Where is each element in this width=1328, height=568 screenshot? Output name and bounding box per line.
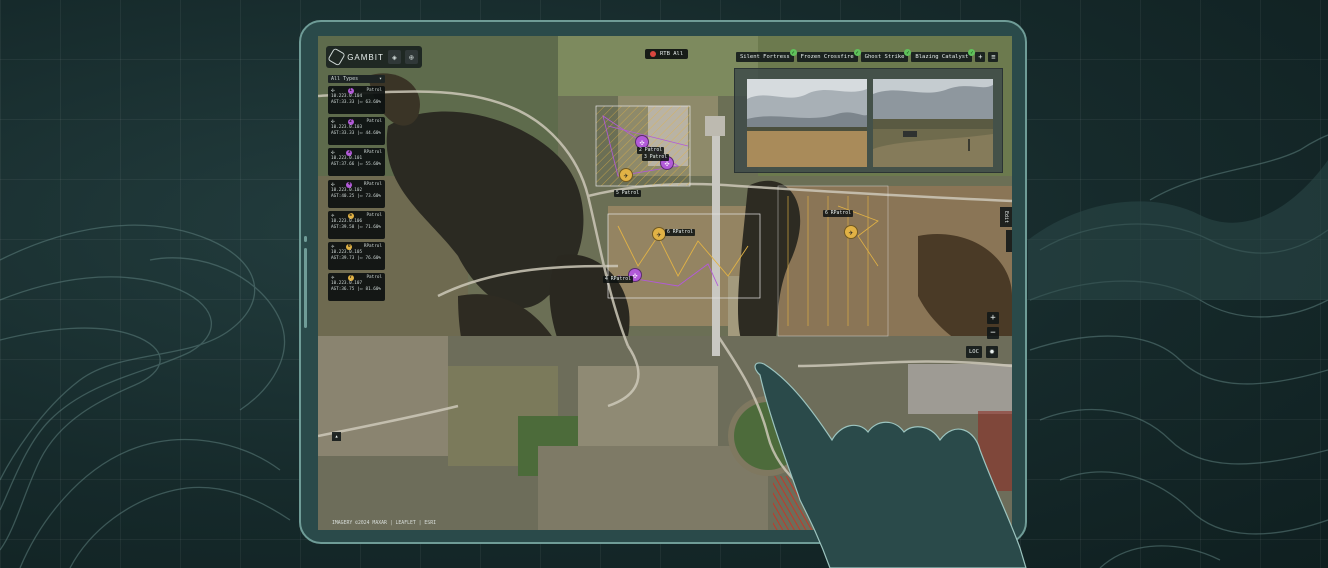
asset-list: ✣ 1 Patrol 10.223.0.104 AGT:33.33 |▭ 63.60% ✣ 2 P…: [328, 86, 385, 302]
map-label: 3 Patrol: [642, 154, 670, 161]
camera-tab[interactable]: Frozen Crossfire ✓: [796, 49, 861, 62]
plane-marker[interactable]: ✈: [844, 225, 858, 239]
edge-tab-2[interactable]: [1006, 230, 1012, 252]
asset-card[interactable]: ✈ 6 RPatrol 10.223.0.105 AGT:39.73 |▭ 76.60%: [328, 241, 385, 270]
asset-battery: 63.60%: [365, 100, 382, 105]
battery-icon: |▭: [357, 224, 363, 230]
camera-tab[interactable]: Blazing Catalyst ✓: [911, 49, 976, 62]
camera-tab-label: Ghost Strike: [864, 54, 905, 60]
zoom-out-button[interactable]: −: [987, 327, 999, 339]
map-label: 6 RPatrol: [823, 210, 853, 217]
asset-card[interactable]: ✣ 2 Patrol 10.223.0.103 AGT:33.33 |▭ 44.60%: [328, 117, 385, 146]
gambit-logo-icon: [327, 47, 346, 67]
app-screen: GAMBIT ◈ ⊕ All Types ▾ ✣ 1 Patrol 10.223.0.…: [318, 36, 1012, 530]
zoom-in-button[interactable]: +: [987, 312, 999, 324]
camera-tab-label: Blazing Catalyst: [915, 54, 969, 60]
compass-button[interactable]: ▴: [332, 432, 341, 441]
asset-altitude: AGT:36.75: [331, 287, 355, 293]
logo-text: GAMBIT: [347, 52, 384, 62]
battery-icon: |▭: [357, 193, 363, 199]
globe-icon: ⊕: [409, 52, 414, 62]
rtb-all-label: RTB All: [660, 51, 684, 57]
chevron-down-icon: ▾: [378, 76, 382, 82]
plane-marker[interactable]: ✈: [652, 227, 666, 241]
asset-number-badge: 4: [346, 181, 353, 188]
tablet-side-button: [304, 236, 307, 242]
check-icon: ✓: [789, 49, 797, 56]
asset-altitude: AGT:37.66: [331, 162, 355, 168]
locate-button[interactable]: LOC: [966, 346, 982, 358]
camera-tab-label: Frozen Crossfire: [800, 54, 854, 60]
map-label: 6 RPatrol: [665, 229, 695, 236]
camera-tab[interactable]: Silent Fortress ✓: [736, 49, 797, 62]
plane-icon: ✈: [331, 211, 335, 219]
layers-button[interactable]: ◈: [387, 50, 401, 64]
asset-number-badge: 5: [347, 212, 354, 219]
edit-edge-tab[interactable]: Edit: [1000, 207, 1012, 227]
check-icon: ✓: [968, 49, 976, 56]
map-attribution: IMAGERY ©2024 MAXAR | LEAFLET | ESRI: [332, 521, 436, 526]
asset-mode: RPatrol: [363, 150, 382, 156]
plane-marker[interactable]: ✈: [619, 168, 633, 182]
asset-list-panel: All Types ▾ ✣ 1 Patrol 10.223.0.104 AGT:33.3…: [328, 75, 385, 304]
gear-icon: ✹: [989, 347, 995, 357]
camera-feed-1[interactable]: [747, 79, 867, 167]
check-icon: ✓: [853, 49, 861, 56]
camera-feeds-panel: [734, 68, 1003, 173]
type-filter-value: All Types: [331, 76, 359, 82]
battery-icon: |▭: [357, 255, 363, 261]
settings-button[interactable]: ✹: [986, 346, 998, 358]
asset-battery: 44.60%: [365, 131, 382, 137]
asset-battery: 55.60%: [365, 162, 382, 168]
asset-altitude: AGT:39.73: [331, 255, 355, 261]
asset-mode: RPatrol: [363, 243, 382, 249]
battery-icon: |▭: [357, 162, 363, 168]
asset-card[interactable]: ✈ 7 Patrol 10.223.0.107 AGT:36.75 |▭ 81.60%: [328, 273, 385, 302]
logo-bar: GAMBIT ◈ ⊕: [326, 46, 422, 68]
asset-mode: Patrol: [366, 275, 382, 281]
type-filter-select[interactable]: All Types ▾: [328, 75, 385, 83]
tablet-volume-button: [304, 248, 307, 328]
asset-altitude: AGT:33.33: [331, 131, 355, 137]
drone-icon: ✣: [331, 180, 335, 188]
camera-tab[interactable]: Ghost Strike ✓: [860, 49, 912, 62]
camera-tabs: Silent Fortress ✓ Frozen Crossfire ✓ Ghost S…: [736, 49, 999, 62]
camera-tab-label: Silent Fortress: [740, 54, 790, 60]
rtb-alert-icon: [650, 51, 656, 57]
asset-mode: Patrol: [366, 88, 382, 93]
camera-feed-2[interactable]: [873, 79, 993, 167]
battery-icon: |▭: [357, 287, 363, 293]
layers-icon: ◈: [391, 52, 397, 62]
asset-card[interactable]: ✣ 4 RPatrol 10.223.0.102 AGT:40.25 |▭ 73.60%: [328, 179, 385, 208]
asset-mode: Patrol: [366, 119, 382, 125]
add-camera-button[interactable]: +: [975, 52, 986, 62]
asset-mode: RPatrol: [363, 181, 382, 187]
battery-icon: |▭: [357, 131, 363, 137]
map-label: 5 Patrol: [614, 190, 642, 197]
map-label: 2 Patrol: [637, 147, 665, 154]
north-arrow-icon: ▴: [334, 433, 339, 440]
map-label: 4 RPatrol: [603, 276, 633, 283]
asset-mode: Patrol: [366, 212, 382, 218]
asset-battery: 73.60%: [365, 193, 382, 199]
globe-button[interactable]: ⊕: [404, 50, 418, 64]
asset-battery: 76.60%: [365, 255, 382, 261]
asset-card[interactable]: ✣ 3 RPatrol 10.223.0.101 AGT:37.66 |▭ 55.60%: [328, 148, 385, 177]
check-icon: ✓: [904, 49, 912, 56]
asset-altitude: AGT:39.58: [331, 224, 355, 230]
asset-card[interactable]: ✈ 5 Patrol 10.223.0.106 AGT:39.58 |▭ 71.60%: [328, 210, 385, 239]
asset-altitude: AGT:40.25: [331, 193, 355, 199]
rtb-all-button[interactable]: RTB All: [645, 49, 689, 59]
asset-battery: 81.60%: [365, 287, 382, 293]
asset-card[interactable]: ✣ 1 Patrol 10.223.0.104 AGT:33.33 |▭ 63.60%: [328, 86, 385, 114]
asset-battery: 71.60%: [365, 224, 382, 230]
camera-menu-button[interactable]: ≡: [988, 52, 999, 62]
asset-altitude: AGT:33.33: [331, 100, 355, 105]
battery-icon: |▭: [357, 100, 363, 105]
